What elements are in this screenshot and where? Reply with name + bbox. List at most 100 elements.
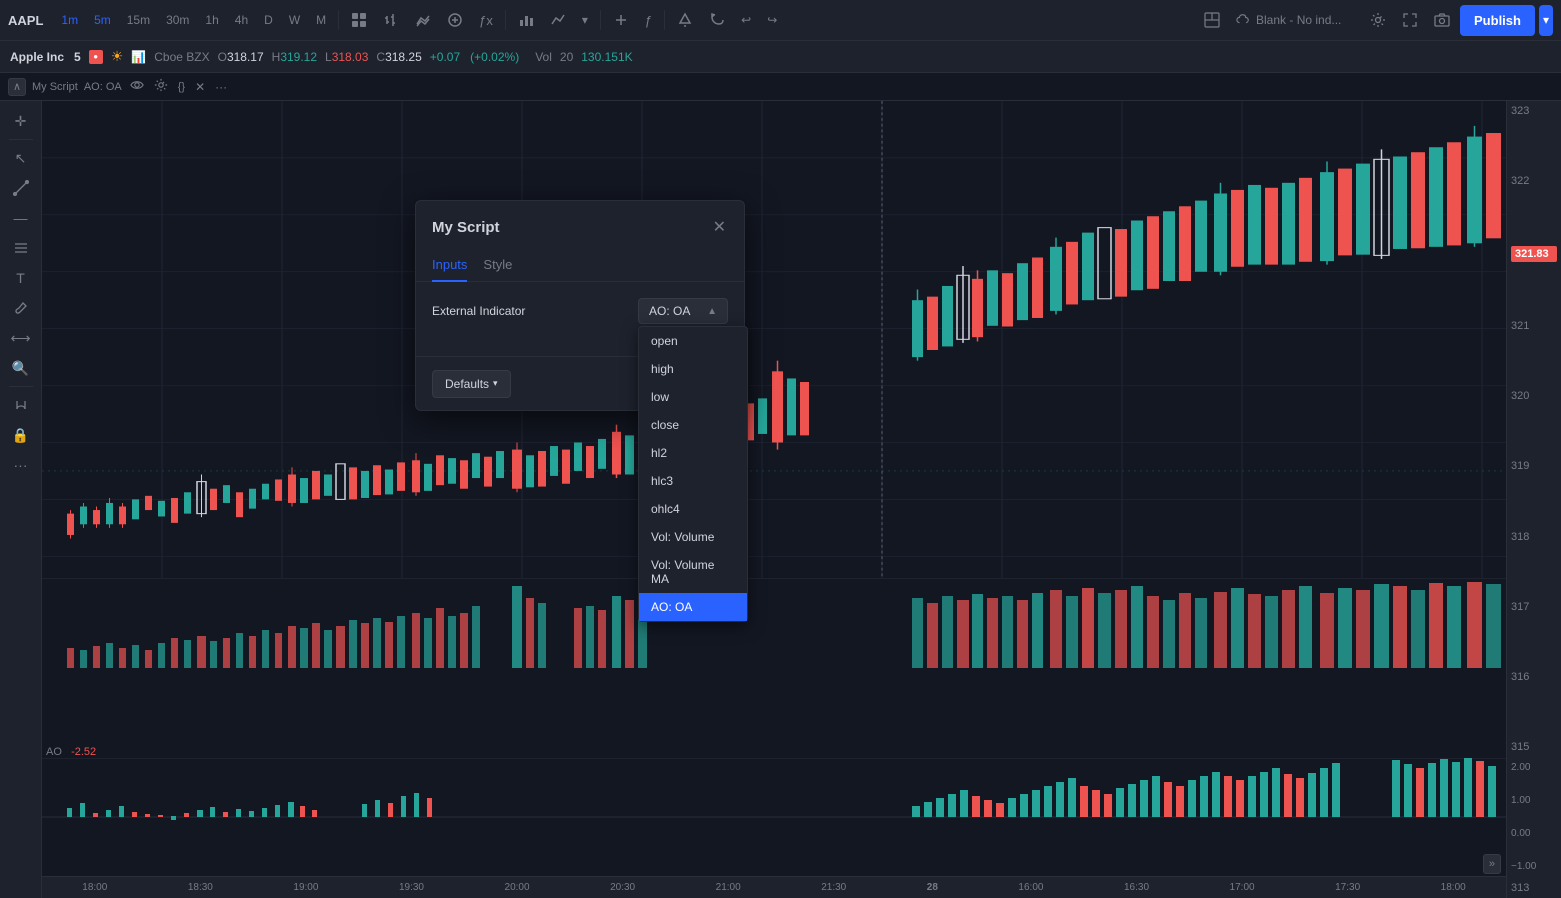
cloud-save-btn[interactable]: Blank - No ind... <box>1230 9 1360 31</box>
time-label-2000: 20:00 <box>505 882 530 893</box>
bar-chart-btn[interactable] <box>512 8 540 32</box>
modal-body: External Indicator AO: OA ▲ open high lo… <box>416 282 744 352</box>
indicator-close-btn[interactable]: ✕ <box>193 78 207 96</box>
zoom-tool[interactable]: 🔍 <box>4 354 38 382</box>
tab-style[interactable]: Style <box>483 249 512 282</box>
modal-header: My Script ✕ <box>416 201 744 239</box>
time-label-1800-1: 18:00 <box>82 882 107 893</box>
chart-container: 18:00 18:30 19:00 19:30 20:00 20:30 21:0… <box>42 101 1561 898</box>
lock-tool[interactable]: 🔒 <box>4 421 38 449</box>
symbol-label[interactable]: AAPL <box>8 13 43 28</box>
brush-tool[interactable] <box>4 294 38 322</box>
external-indicator-row: External Indicator AO: OA ▲ open high lo… <box>432 298 728 324</box>
timeframe-d[interactable]: D <box>258 9 279 31</box>
timeframe-15m[interactable]: 15m <box>121 9 156 31</box>
indicator-visibility-btn[interactable] <box>128 76 146 97</box>
modal-tabs: Inputs Style <box>416 249 744 282</box>
dropdown-option-vol-volume-ma[interactable]: Vol: Volume MA <box>639 551 747 593</box>
time-label-2130: 21:30 <box>821 882 846 893</box>
time-label-1800-2: 18:00 <box>1441 882 1466 893</box>
redo-btn[interactable]: ↪ <box>761 9 783 31</box>
crosshair-tool[interactable]: ✛ <box>4 107 38 135</box>
price-321: 321 <box>1511 320 1557 332</box>
tab-inputs[interactable]: Inputs <box>432 249 467 282</box>
dropdown-option-high[interactable]: high <box>639 355 747 383</box>
collapse-btn[interactable]: ∧ <box>8 78 26 96</box>
vol-label: Vol <box>535 50 552 64</box>
timeframe-1m[interactable]: 1m <box>55 9 84 31</box>
compare-btn[interactable] <box>409 8 437 32</box>
dropdown-option-close[interactable]: close <box>639 411 747 439</box>
more-chart-types-btn[interactable]: ▾ <box>576 9 594 31</box>
measure-tool[interactable]: ⟷ <box>4 324 38 352</box>
sun-icon: ☀ <box>111 48 124 65</box>
add-indicator-btn[interactable] <box>607 8 635 32</box>
horizontal-line-tool[interactable]: — <box>4 204 38 232</box>
fullscreen-btn[interactable] <box>1396 8 1424 32</box>
dropdown-option-low[interactable]: low <box>639 383 747 411</box>
external-indicator-dropdown-btn[interactable]: AO: OA ▲ <box>638 298 728 324</box>
dropdown-option-ao-oa[interactable]: AO: OA <box>639 593 747 621</box>
exchange-label: Cboe BZX <box>154 50 209 64</box>
indicator-more-btn[interactable]: ··· <box>213 78 229 96</box>
ao-scale-2: 2.00 <box>1511 762 1557 773</box>
vol-amount: 130.151K <box>581 50 632 64</box>
symbol-name[interactable]: Apple Inc 5 <box>10 50 81 64</box>
cursor-tool[interactable]: ↖ <box>4 144 38 172</box>
settings-btn[interactable] <box>1364 8 1392 32</box>
dropdown-option-hl2[interactable]: hl2 <box>639 439 747 467</box>
defaults-btn[interactable]: Defaults ▾ <box>432 370 511 398</box>
indicator-bar: ∧ My Script AO: OA {} ✕ ··· <box>0 73 1561 101</box>
line-chart-btn[interactable] <box>544 8 572 32</box>
replay-btn[interactable] <box>703 8 731 32</box>
timeframe-m[interactable]: M <box>310 9 332 31</box>
publish-arrow-btn[interactable]: ▾ <box>1539 5 1553 36</box>
trend-line-tool[interactable] <box>4 174 38 202</box>
separator-2 <box>505 10 506 30</box>
timeframe-5m[interactable]: 5m <box>88 9 117 31</box>
ao-scale-neg1: −1.00 <box>1511 861 1557 872</box>
time-label-1700: 17:00 <box>1230 882 1255 893</box>
alert-btn[interactable] <box>671 8 699 32</box>
dropdown-option-ohlc4[interactable]: ohlc4 <box>639 495 747 523</box>
layout-btn[interactable] <box>1198 8 1226 32</box>
price-322: 322 <box>1511 175 1557 187</box>
pine-editor-btn[interactable]: ƒ <box>639 9 658 32</box>
more-tools-btn[interactable]: ··· <box>4 451 38 479</box>
external-indicator-label: External Indicator <box>432 304 525 318</box>
modal-close-btn[interactable]: ✕ <box>711 215 728 239</box>
separator-3 <box>600 10 601 30</box>
indicator-settings-btn[interactable] <box>152 76 170 97</box>
timeframe-30m[interactable]: 30m <box>160 9 195 31</box>
time-label-1830: 18:30 <box>188 882 213 893</box>
timeframe-1h[interactable]: 1h <box>199 9 224 31</box>
chart-layout-btn[interactable] <box>345 8 373 32</box>
price-320: 320 <box>1511 390 1557 402</box>
price-323: 323 <box>1511 105 1557 117</box>
indicator-code-btn[interactable]: {} <box>176 79 187 95</box>
screenshot-btn[interactable] <box>1428 8 1456 32</box>
dropdown-option-open[interactable]: open <box>639 327 747 355</box>
magnet-tool[interactable] <box>4 391 38 419</box>
chart-type-btn[interactable] <box>377 8 405 32</box>
dropdown-option-vol-volume[interactable]: Vol: Volume <box>639 523 747 551</box>
publish-button[interactable]: Publish <box>1460 5 1535 36</box>
indicators-btn[interactable]: ƒx <box>473 9 499 32</box>
low-price: L318.03 <box>325 50 368 64</box>
dropdown-option-hlc3[interactable]: hlc3 <box>639 467 747 495</box>
vol-value: 20 <box>560 50 573 64</box>
timeframe-4h[interactable]: 4h <box>229 9 254 31</box>
fib-tool[interactable] <box>4 234 38 262</box>
timeframe-w[interactable]: W <box>283 9 306 31</box>
scroll-right-btn[interactable]: » <box>1483 854 1501 874</box>
undo-btn[interactable]: ↩ <box>735 9 757 31</box>
time-label-2030: 20:30 <box>610 882 635 893</box>
price-change: +0.07 (+0.02%) <box>430 50 519 64</box>
text-tool[interactable]: T <box>4 264 38 292</box>
ao-panel-value: -2.52 <box>71 746 96 758</box>
indicator-template-btn[interactable] <box>441 8 469 32</box>
ao-scale-1: 1.00 <box>1511 795 1557 806</box>
my-script-modal[interactable]: My Script ✕ Inputs Style External Indica… <box>415 200 745 411</box>
time-label-2100: 21:00 <box>716 882 741 893</box>
dropdown-list: open high low close hl2 hlc3 ohlc4 Vol: … <box>638 326 748 622</box>
